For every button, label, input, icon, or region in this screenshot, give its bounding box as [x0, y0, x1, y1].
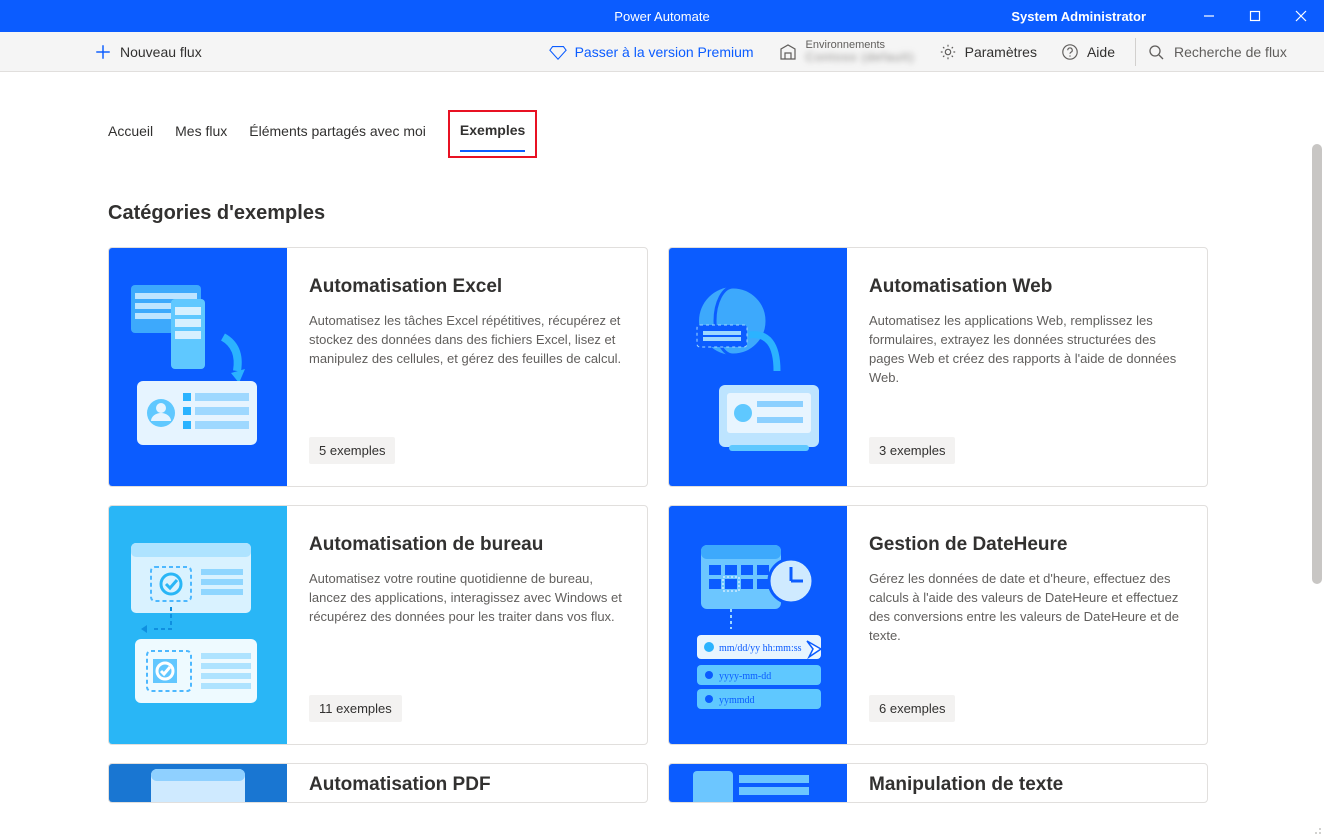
page-content: Accueil Mes flux Éléments partagés avec …	[0, 72, 1324, 837]
search-icon	[1148, 44, 1164, 60]
card-illustration	[669, 248, 847, 486]
settings-button[interactable]: Paramètres	[929, 37, 1047, 67]
tab-home[interactable]: Accueil	[108, 117, 153, 151]
gear-icon	[939, 43, 957, 61]
example-card-pdf[interactable]: Automatisation PDF	[108, 763, 648, 803]
card-illustration	[669, 764, 847, 802]
divider	[1135, 38, 1136, 66]
desktop-illustration-icon	[123, 535, 273, 715]
maximize-button[interactable]	[1232, 0, 1278, 32]
example-card-text[interactable]: Manipulation de texte	[668, 763, 1208, 803]
datetime-illustration-icon: mm/dd/yy hh:mm:ss yyyy-mm-dd yymmdd	[683, 535, 833, 715]
tab-examples[interactable]: Exemples	[460, 116, 525, 152]
card-title: Gestion de DateHeure	[869, 534, 1183, 556]
card-description: Automatisez les tâches Excel répétitives…	[309, 312, 623, 369]
pdf-illustration-icon	[123, 763, 273, 803]
search-input[interactable]: Recherche de flux	[1146, 44, 1316, 60]
svg-text:yyyy-mm-dd: yyyy-mm-dd	[719, 671, 771, 682]
resize-grip[interactable]	[1310, 823, 1322, 835]
environment-picker[interactable]: Environnements Contoso (default)	[768, 37, 925, 66]
user-name[interactable]: System Administrator	[1011, 9, 1146, 24]
example-card-web[interactable]: Automatisation Web Automatisez les appli…	[668, 247, 1208, 487]
window-title: Power Automate	[614, 9, 709, 24]
minimize-button[interactable]	[1186, 0, 1232, 32]
section-title: Catégories d'exemples	[108, 202, 1324, 225]
card-description: Automatisez les applications Web, rempli…	[869, 312, 1183, 387]
card-count-badge: 6 exemples	[869, 695, 955, 722]
svg-text:yymmdd: yymmdd	[719, 695, 755, 706]
card-illustration	[109, 764, 287, 802]
card-illustration	[109, 248, 287, 486]
go-premium-button[interactable]: Passer à la version Premium	[539, 37, 764, 67]
card-grid: Automatisation Excel Automatisez les tâc…	[108, 247, 1324, 827]
card-illustration	[109, 506, 287, 744]
search-placeholder: Recherche de flux	[1174, 44, 1287, 60]
plus-icon	[94, 43, 112, 61]
command-bar: Nouveau flux Passer à la version Premium…	[0, 32, 1324, 72]
card-title: Manipulation de texte	[869, 774, 1183, 796]
card-description: Gérez les données de date et d'heure, ef…	[869, 570, 1183, 645]
tab-shared[interactable]: Éléments partagés avec moi	[249, 117, 426, 151]
svg-text:mm/dd/yy hh:mm:ss: mm/dd/yy hh:mm:ss	[719, 643, 802, 654]
text-illustration-icon	[683, 763, 833, 803]
help-icon	[1061, 43, 1079, 61]
nav-tabs: Accueil Mes flux Éléments partagés avec …	[108, 110, 1324, 158]
scrollbar-thumb[interactable]	[1312, 144, 1322, 584]
settings-label: Paramètres	[965, 44, 1037, 60]
web-illustration-icon	[683, 277, 833, 457]
example-card-desktop[interactable]: Automatisation de bureau Automatisez vot…	[108, 505, 648, 745]
close-button[interactable]	[1278, 0, 1324, 32]
card-title: Automatisation de bureau	[309, 534, 623, 556]
card-count-badge: 3 exemples	[869, 437, 955, 464]
scrollbar[interactable]	[1312, 144, 1322, 764]
help-button[interactable]: Aide	[1051, 37, 1125, 67]
card-title: Automatisation PDF	[309, 774, 623, 796]
excel-illustration-icon	[123, 277, 273, 457]
highlight-box: Exemples	[448, 110, 537, 158]
go-premium-label: Passer à la version Premium	[575, 44, 754, 60]
tab-my-flows[interactable]: Mes flux	[175, 117, 227, 151]
card-description: Automatisez votre routine quotidienne de…	[309, 570, 623, 627]
card-title: Automatisation Web	[869, 276, 1183, 298]
card-count-badge: 5 exemples	[309, 437, 395, 464]
example-card-datetime[interactable]: mm/dd/yy hh:mm:ss yyyy-mm-dd yymmdd Gest…	[668, 505, 1208, 745]
card-illustration: mm/dd/yy hh:mm:ss yyyy-mm-dd yymmdd	[669, 506, 847, 744]
title-bar: Power Automate System Administrator	[0, 0, 1324, 32]
environments-value: Contoso (default)	[806, 51, 915, 64]
example-card-excel[interactable]: Automatisation Excel Automatisez les tâc…	[108, 247, 648, 487]
card-count-badge: 11 exemples	[309, 695, 402, 722]
new-flow-button[interactable]: Nouveau flux	[84, 37, 212, 67]
help-label: Aide	[1087, 44, 1115, 60]
building-icon	[778, 42, 798, 62]
diamond-icon	[549, 43, 567, 61]
new-flow-label: Nouveau flux	[120, 44, 202, 60]
card-title: Automatisation Excel	[309, 276, 623, 298]
